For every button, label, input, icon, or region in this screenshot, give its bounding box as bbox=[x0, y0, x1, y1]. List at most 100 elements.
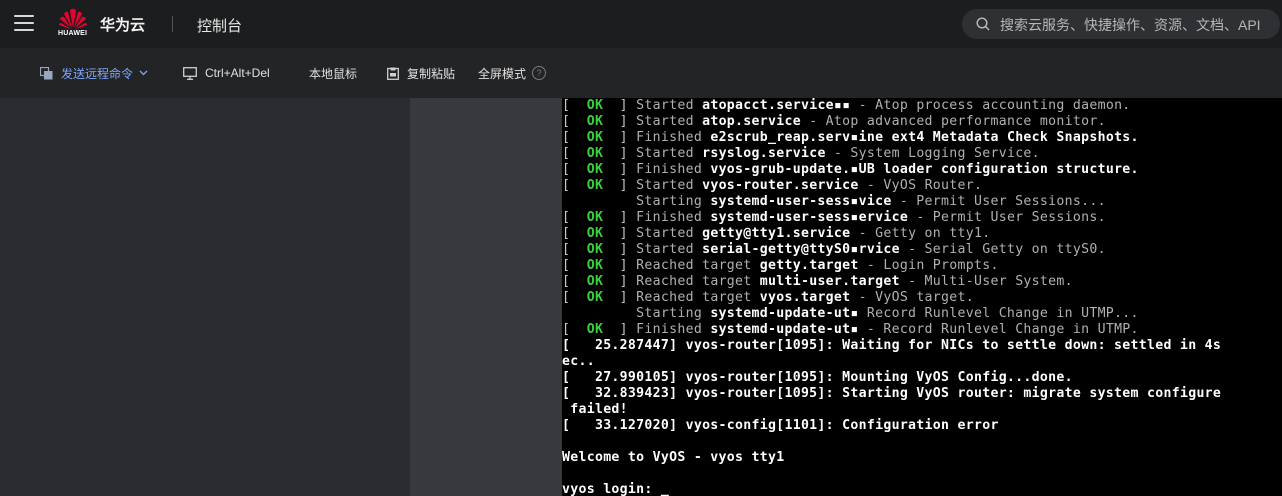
terminal-line: [ OK ] Started atop.service - Atop advan… bbox=[562, 114, 1106, 130]
unit-name: multi-user.target bbox=[759, 274, 900, 289]
bracket-open: [ bbox=[562, 178, 587, 193]
remote-login-toolbar: 发送远程命令 Ctrl+Alt+Del 本地鼠标 复制粘贴 全屏模式 ? bbox=[0, 48, 1282, 98]
status-ok: OK bbox=[586, 98, 604, 113]
terminal-line: [ OK ] Started rsyslog.service - System … bbox=[562, 146, 1040, 162]
kernel-message: Welcome to VyOS - vyos tty1 bbox=[562, 450, 785, 465]
unit-name: atop.service bbox=[702, 114, 801, 129]
bracket-open: [ bbox=[562, 130, 587, 145]
console-gutter bbox=[410, 98, 562, 496]
unit-description: - Atop process accounting daemon. bbox=[850, 98, 1131, 113]
unit-description: - System Logging Service. bbox=[825, 146, 1040, 161]
hamburger-menu-icon[interactable] bbox=[14, 15, 34, 33]
kernel-message: [ 33.127020] vyos-config[1101]: Configur… bbox=[562, 418, 999, 433]
unit-name: getty.target bbox=[759, 258, 859, 273]
terminal-line: [ OK ] Finished systemd-update-ut▪ - Rec… bbox=[562, 322, 1139, 338]
fullscreen-label: 全屏模式 bbox=[478, 66, 527, 81]
bracket-close: ] bbox=[603, 98, 637, 113]
status-ok: OK bbox=[586, 258, 604, 273]
terminal-line: [ OK ] Started atopacct.service▪▪ - Atop… bbox=[562, 98, 1131, 114]
bracket-open: [ bbox=[562, 226, 587, 241]
terminal-line: ec.. bbox=[562, 354, 595, 370]
global-search[interactable] bbox=[962, 9, 1280, 41]
terminal-line: [ OK ] Reached target getty.target - Log… bbox=[562, 258, 999, 274]
unit-name: systemd-user-sess▪ervice bbox=[710, 210, 909, 225]
log-verb: Started bbox=[636, 242, 703, 257]
kernel-message: ec.. bbox=[562, 354, 595, 369]
bracket-close: ] bbox=[603, 146, 637, 161]
bracket-close: ] bbox=[603, 274, 637, 289]
logo-wordmark: HUAWEI bbox=[58, 30, 88, 37]
terminal-line: [ 32.839423] vyos-router[1095]: Starting… bbox=[562, 386, 1221, 402]
help-icon[interactable]: ? bbox=[532, 66, 547, 80]
kernel-message: [ 32.839423] vyos-router[1095]: Starting… bbox=[562, 386, 1222, 401]
status-ok: OK bbox=[586, 322, 604, 337]
bracket-open: [ bbox=[562, 258, 587, 273]
bracket-open: [ bbox=[562, 322, 587, 337]
bracket-close: ] bbox=[603, 290, 637, 305]
bracket-close: ] bbox=[603, 130, 637, 145]
copy-paste-label: 复制粘贴 bbox=[407, 66, 456, 81]
unit-name: rsyslog.service bbox=[702, 146, 826, 161]
command-icon bbox=[40, 66, 53, 79]
log-verb: Reached target bbox=[636, 258, 760, 273]
unit-name: systemd-user-sess▪vice bbox=[710, 194, 892, 209]
status-ok: OK bbox=[586, 226, 604, 241]
bracket-close: ] bbox=[603, 210, 637, 225]
unit-description: - Serial Getty on ttyS0. bbox=[899, 242, 1106, 257]
send-command-label: 发送远程命令 bbox=[61, 66, 134, 81]
terminal-line: [ OK ] Started serial-getty@ttyS0▪rvice … bbox=[562, 242, 1106, 258]
bracket-open: [ bbox=[562, 146, 587, 161]
unit-description: - VyOS Router. bbox=[858, 178, 983, 193]
unit-description: - VyOS target. bbox=[850, 290, 974, 305]
terminal-line: [ OK ] Finished systemd-user-sess▪ervice… bbox=[562, 210, 1106, 226]
console-link[interactable]: 控制台 bbox=[197, 15, 242, 36]
status-ok: OK bbox=[586, 130, 604, 145]
kernel-message: failed! bbox=[562, 402, 628, 417]
search-input[interactable] bbox=[998, 9, 1272, 41]
unit-description: - Record Runlevel Change in UTMP. bbox=[858, 322, 1139, 337]
terminal-line: [ OK ] Reached target multi-user.target … bbox=[562, 274, 1073, 290]
unit-name: vyos-grub-update.▪UB loader configuratio… bbox=[710, 162, 1139, 177]
kernel-message: [ 25.287447] vyos-router[1095]: Waiting … bbox=[562, 338, 1222, 353]
log-verb: Finished bbox=[636, 130, 711, 145]
unit-name: getty@tty1.service bbox=[702, 226, 851, 241]
unit-name: atopacct.service▪▪ bbox=[702, 98, 851, 113]
header-divider bbox=[172, 16, 173, 32]
terminal-line: [ OK ] Finished vyos-grub-update.▪UB loa… bbox=[562, 162, 1139, 178]
status-ok: OK bbox=[586, 114, 604, 129]
terminal-line: [ 25.287447] vyos-router[1095]: Waiting … bbox=[562, 338, 1221, 354]
vnc-terminal-screen[interactable]: [ OK ] Started atopacct.service▪▪ - Atop… bbox=[562, 98, 1282, 496]
clipboard-icon bbox=[387, 67, 399, 80]
status-ok: OK bbox=[586, 178, 604, 193]
unit-name: vyos.target bbox=[759, 290, 851, 305]
status-ok: OK bbox=[586, 242, 604, 257]
fullscreen-button[interactable]: 全屏模式 ? bbox=[478, 65, 547, 81]
bracket-close: ] bbox=[603, 226, 637, 241]
unit-description: - Permit User Sessions... bbox=[891, 194, 1106, 209]
ctrl-alt-del-button[interactable]: Ctrl+Alt+Del bbox=[183, 65, 270, 81]
terminal-line: failed! bbox=[562, 402, 628, 418]
ctrl-alt-del-label: Ctrl+Alt+Del bbox=[205, 66, 270, 80]
log-verb: Finished bbox=[636, 162, 711, 177]
send-remote-command-dropdown[interactable]: 发送远程命令 bbox=[40, 65, 148, 81]
terminal-line: [ 33.127020] vyos-config[1101]: Configur… bbox=[562, 418, 999, 434]
log-verb: Starting bbox=[636, 306, 711, 321]
log-verb: Finished bbox=[636, 210, 711, 225]
bracket-open: [ bbox=[562, 114, 587, 129]
status-ok: OK bbox=[586, 146, 604, 161]
local-mouse-button[interactable]: 本地鼠标 bbox=[309, 65, 357, 81]
brand-name[interactable]: 华为云 bbox=[100, 14, 145, 35]
bracket-open: [ bbox=[562, 210, 587, 225]
log-verb: Started bbox=[636, 178, 703, 193]
copy-paste-button[interactable]: 复制粘贴 bbox=[387, 65, 455, 81]
unit-description: - Multi-User System. bbox=[899, 274, 1073, 289]
bracket-close: ] bbox=[603, 114, 637, 129]
bracket-close: ] bbox=[603, 178, 637, 193]
kernel-message: [ 27.990105] vyos-router[1095]: Mounting… bbox=[562, 370, 1073, 385]
log-verb: Starting bbox=[636, 194, 711, 209]
log-verb: Reached target bbox=[636, 290, 760, 305]
unit-description: - Login Prompts. bbox=[858, 258, 999, 273]
status-ok: OK bbox=[586, 290, 604, 305]
unit-name: vyos-router.service bbox=[702, 178, 859, 193]
monitor-icon bbox=[183, 66, 197, 80]
